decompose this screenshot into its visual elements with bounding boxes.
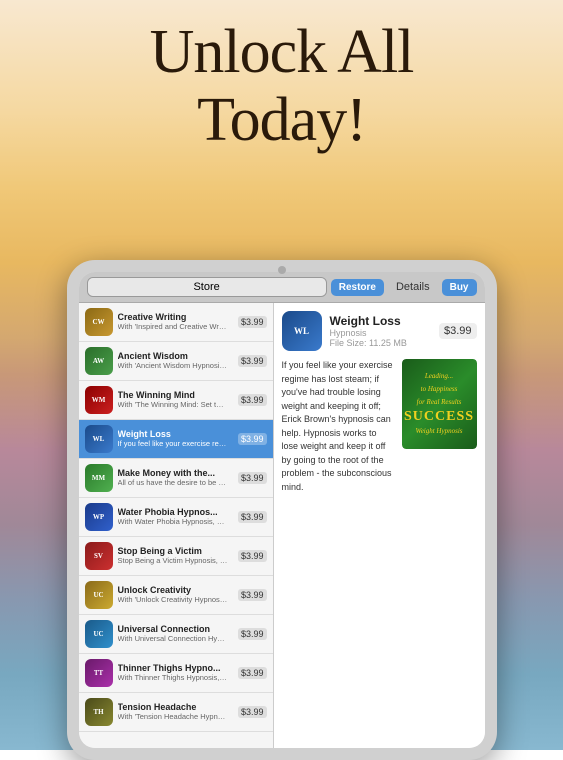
store-tab[interactable]: Store xyxy=(88,278,326,296)
item-text: Universal Connection With Universal Conn… xyxy=(118,624,233,644)
detail-image: Leading... to Happiness for Real Results… xyxy=(402,359,477,449)
item-price: $3.99 xyxy=(238,511,267,523)
item-title: Make Money with the... xyxy=(118,468,233,478)
item-text: Tension Headache With 'Tension Headache … xyxy=(118,702,233,722)
item-title: Water Phobia Hypnos... xyxy=(118,507,233,517)
item-text: Water Phobia Hypnos... With Water Phobia… xyxy=(118,507,233,527)
list-item-ancient-wisdom[interactable]: AW Ancient Wisdom With 'Ancient Wisdom H… xyxy=(79,342,273,381)
item-text: Unlock Creativity With 'Unlock Creativit… xyxy=(118,585,233,605)
detail-header: WL Weight Loss Hypnosis File Size: 11.25… xyxy=(282,311,477,351)
item-desc: With Thinner Thighs Hypnosis, get legs t… xyxy=(118,673,228,683)
details-label: Details xyxy=(388,281,438,293)
item-desc: With 'Tension Headache Hypnosis', deep r… xyxy=(118,712,228,722)
item-desc: With 'The Winning Mind: Set the Competit… xyxy=(118,400,228,410)
item-title: Universal Connection xyxy=(118,624,233,634)
app-content: CW Creative Writing With 'Inspired and C… xyxy=(79,303,485,748)
item-icon: AW xyxy=(85,347,113,375)
book-bottom-text: Weight Hypnosis xyxy=(414,425,465,438)
list-item-thinner-thighs[interactable]: TT Thinner Thighs Hypno... With Thinner … xyxy=(79,654,273,693)
page-title: Unlock All Today! xyxy=(0,18,563,154)
book-subtitle-text: to Happiness xyxy=(419,383,460,396)
item-title: Unlock Creativity xyxy=(118,585,233,595)
item-text: Stop Being a Victim Stop Being a Victim … xyxy=(118,546,233,566)
list-item-unlock-creativity[interactable]: UC Unlock Creativity With 'Unlock Creati… xyxy=(79,576,273,615)
item-desc: All of us have the desire to be secure, … xyxy=(118,478,228,488)
item-price: $3.99 xyxy=(238,316,267,328)
success-book-cover: Leading... to Happiness for Real Results… xyxy=(402,359,477,449)
item-title: Weight Loss xyxy=(118,429,233,439)
item-text: Thinner Thighs Hypno... With Thinner Thi… xyxy=(118,663,233,683)
list-item-make-money[interactable]: MM Make Money with the... All of us have… xyxy=(79,459,273,498)
item-text: Creative Writing With 'Inspired and Crea… xyxy=(118,312,233,332)
item-text: Ancient Wisdom With 'Ancient Wisdom Hypn… xyxy=(118,351,233,371)
item-icon: WM xyxy=(85,386,113,414)
item-icon: WL xyxy=(85,425,113,453)
success-word: SUCCESS xyxy=(404,409,474,425)
item-title: Tension Headache xyxy=(118,702,233,712)
item-text: The Winning Mind With 'The Winning Mind:… xyxy=(118,390,233,410)
detail-body: If you feel like your exercise regime ha… xyxy=(282,359,477,494)
item-desc: With 'Unlock Creativity Hypnosis', learn… xyxy=(118,595,228,605)
item-desc: If you feel like your exercise regime ha… xyxy=(118,439,228,449)
list-item-winning-mind[interactable]: WM The Winning Mind With 'The Winning Mi… xyxy=(79,381,273,420)
item-title: Stop Being a Victim xyxy=(118,546,233,556)
item-icon: CW xyxy=(85,308,113,336)
book-top-text: Leading... xyxy=(423,370,455,383)
item-icon: TH xyxy=(85,698,113,726)
item-title: Ancient Wisdom xyxy=(118,351,233,361)
item-price: $3.99 xyxy=(238,355,267,367)
list-item-water-phobia[interactable]: WP Water Phobia Hypnos... With Water Pho… xyxy=(79,498,273,537)
item-desc: With Universal Connection Hypnosis, lear… xyxy=(118,634,228,644)
list-item-tension-headache[interactable]: TH Tension Headache With 'Tension Headac… xyxy=(79,693,273,732)
item-icon: WP xyxy=(85,503,113,531)
item-desc: With Water Phobia Hypnosis, overcome you… xyxy=(118,517,228,527)
list-item-stop-victim[interactable]: SV Stop Being a Victim Stop Being a Vict… xyxy=(79,537,273,576)
item-price: $3.99 xyxy=(238,472,267,484)
book-bundle-text: for Real Results xyxy=(415,396,464,409)
tablet-camera xyxy=(278,266,286,274)
header: Unlock All Today! xyxy=(0,0,563,164)
item-title: Thinner Thighs Hypno... xyxy=(118,663,233,673)
item-icon: UC xyxy=(85,581,113,609)
detail-panel: WL Weight Loss Hypnosis File Size: 11.25… xyxy=(274,303,485,748)
item-title: The Winning Mind xyxy=(118,390,233,400)
app-list[interactable]: CW Creative Writing With 'Inspired and C… xyxy=(79,303,274,748)
detail-title: Weight Loss xyxy=(330,314,431,328)
item-desc: With 'Inspired and Creative Writing Hypn… xyxy=(118,322,228,332)
list-item-weight-loss[interactable]: WL Weight Loss If you feel like your exe… xyxy=(79,420,273,459)
segment-control[interactable]: Store xyxy=(87,277,327,297)
detail-description: If you feel like your exercise regime ha… xyxy=(282,359,394,494)
tablet-screen: Store Restore Details Buy CW Creative Wr… xyxy=(79,272,485,748)
item-icon: SV xyxy=(85,542,113,570)
restore-button[interactable]: Restore xyxy=(331,279,384,296)
item-desc: With 'Ancient Wisdom Hypnosis', tap into… xyxy=(118,361,228,371)
item-icon: MM xyxy=(85,464,113,492)
item-price: $3.99 xyxy=(238,589,267,601)
app-header: Store Restore Details Buy xyxy=(79,272,485,303)
item-desc: Stop Being a Victim Hypnosis, take contr… xyxy=(118,556,228,566)
item-price: $3.99 xyxy=(238,433,267,445)
item-icon: UC xyxy=(85,620,113,648)
item-price: $3.99 xyxy=(238,550,267,562)
item-text: Weight Loss If you feel like your exerci… xyxy=(118,429,233,449)
detail-info: Weight Loss Hypnosis File Size: 11.25 MB xyxy=(330,314,431,348)
detail-subtitle-line2: File Size: 11.25 MB xyxy=(330,338,431,348)
buy-button[interactable]: Buy xyxy=(442,279,477,296)
item-price: $3.99 xyxy=(238,394,267,406)
detail-icon: WL xyxy=(282,311,322,351)
detail-price: $3.99 xyxy=(439,323,477,339)
detail-subtitle-line1: Hypnosis xyxy=(330,328,431,338)
list-item-creative-writing[interactable]: CW Creative Writing With 'Inspired and C… xyxy=(79,303,273,342)
item-price: $3.99 xyxy=(238,667,267,679)
item-price: $3.99 xyxy=(238,706,267,718)
item-title: Creative Writing xyxy=(118,312,233,322)
tablet-device: Store Restore Details Buy CW Creative Wr… xyxy=(67,260,497,760)
list-item-universal-connection[interactable]: UC Universal Connection With Universal C… xyxy=(79,615,273,654)
item-icon: TT xyxy=(85,659,113,687)
item-price: $3.99 xyxy=(238,628,267,640)
item-text: Make Money with the... All of us have th… xyxy=(118,468,233,488)
